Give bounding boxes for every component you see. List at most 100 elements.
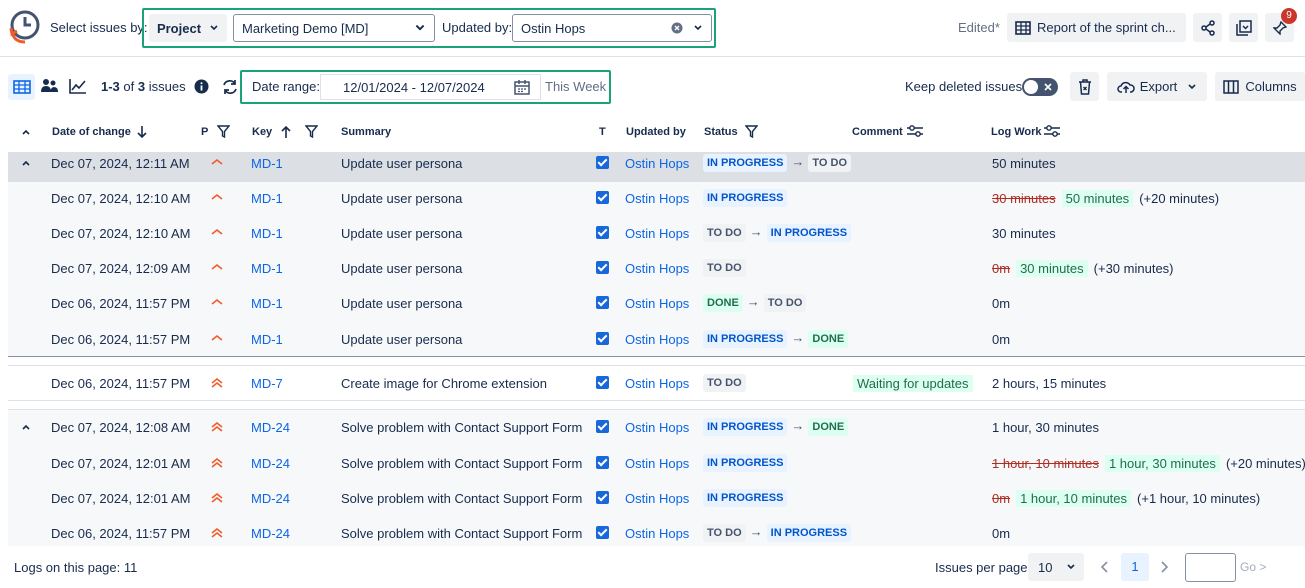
col-log-work[interactable]: Log Work — [991, 126, 1042, 138]
table-row[interactable]: Dec 06, 2024, 11:57 PM MD-7 Create image f… — [8, 365, 1305, 400]
settings-sliders-icon[interactable] — [1043, 124, 1061, 138]
cell-key[interactable]: MD-7 — [251, 376, 283, 391]
save-copy-button[interactable] — [1229, 13, 1258, 42]
table-row[interactable]: Dec 07, 2024, 12:10 AM MD-1 Update user pe… — [8, 180, 1305, 215]
app-logo-icon — [9, 10, 40, 44]
priority-high-icon — [211, 457, 223, 468]
filter-icon[interactable] — [745, 125, 758, 138]
chevron-left-icon[interactable] — [1100, 561, 1110, 573]
col-status[interactable]: Status — [704, 126, 738, 138]
date-range-input[interactable]: 12/01/2024 - 12/07/2024 — [320, 74, 541, 100]
filter-icon[interactable] — [217, 125, 230, 138]
notification-badge: 9 — [1281, 8, 1297, 24]
cell-updated-by[interactable]: Ostin Hops — [625, 226, 689, 241]
log-old-value: 0m — [992, 261, 1011, 276]
cell-updated-by[interactable]: Ostin Hops — [625, 420, 689, 435]
cell-key[interactable]: MD-1 — [251, 296, 283, 311]
col-summary[interactable]: Summary — [341, 126, 391, 138]
calendar-icon[interactable] — [514, 79, 530, 95]
share-button[interactable] — [1193, 13, 1222, 42]
table-row[interactable]: Dec 07, 2024, 12:09 AM MD-1 Update user pe… — [8, 250, 1305, 285]
status-from-badge: IN PROGRESS — [703, 154, 788, 172]
table-row[interactable]: Dec 07, 2024, 12:01 AM MD-24 Solve problem… — [8, 445, 1305, 480]
cell-updated-by[interactable]: Ostin Hops — [625, 332, 689, 347]
columns-icon — [1223, 79, 1240, 94]
go-button[interactable]: Go > — [1240, 560, 1266, 574]
cell-updated-by[interactable]: Ostin Hops — [625, 491, 689, 506]
cell-key[interactable]: MD-24 — [251, 526, 290, 541]
project-dropdown-button[interactable]: Project — [149, 14, 227, 42]
cell-key[interactable]: MD-1 — [251, 226, 283, 241]
col-priority[interactable]: P — [201, 126, 208, 138]
cell-key[interactable]: MD-1 — [251, 191, 283, 206]
chevron-right-icon[interactable] — [1159, 561, 1169, 573]
col-updated-by[interactable]: Updated by — [626, 126, 686, 138]
info-icon[interactable] — [194, 79, 209, 94]
grid-icon — [12, 80, 31, 94]
cell-updated-by[interactable]: Ostin Hops — [625, 376, 689, 391]
table-row[interactable]: Dec 07, 2024, 12:11 AM MD-1 Update user pe… — [8, 145, 1305, 180]
table-row[interactable]: Dec 07, 2024, 12:01 AM MD-24 Solve problem… — [8, 480, 1305, 515]
cell-updated-by[interactable]: Ostin Hops — [625, 526, 689, 541]
col-date[interactable]: Date of change — [52, 126, 131, 138]
page-1-button[interactable]: 1 — [1121, 553, 1149, 581]
toggle-knob — [1024, 80, 1038, 94]
cell-key[interactable]: MD-24 — [251, 491, 290, 506]
cell-updated-by[interactable]: Ostin Hops — [625, 261, 689, 276]
clear-icon[interactable] — [671, 22, 683, 34]
report-title-button[interactable]: Report of the sprint ch... — [1007, 13, 1186, 42]
log-diff: (+1 hour, 10 minutes) — [1137, 491, 1261, 506]
collapse-all-icon[interactable] — [21, 128, 31, 136]
sort-down-icon[interactable] — [136, 125, 148, 139]
date-preset[interactable]: This Week — [545, 79, 606, 94]
cell-updated-by[interactable]: Ostin Hops — [625, 156, 689, 171]
refresh-icon[interactable] — [221, 78, 239, 96]
chart-view-button[interactable] — [68, 77, 88, 97]
cell-summary: Solve problem with Contact Support Form — [341, 456, 583, 471]
cell-updated-by[interactable]: Ostin Hops — [625, 456, 689, 471]
collapse-group-icon[interactable] — [21, 423, 31, 431]
col-key[interactable]: Key — [252, 126, 272, 138]
priority-high-icon — [211, 527, 223, 538]
go-to-page-input[interactable] — [1185, 553, 1236, 582]
cell-key[interactable]: MD-1 — [251, 156, 283, 171]
table-row[interactable]: Dec 06, 2024, 11:57 PM MD-24 Solve problem… — [8, 515, 1305, 550]
cell-key[interactable]: MD-1 — [251, 261, 283, 276]
status-to-badge: IN PROGRESS — [766, 224, 852, 242]
per-page-select[interactable]: 10 — [1028, 553, 1084, 581]
save-copy-icon — [1235, 19, 1252, 36]
table-view-button[interactable] — [8, 74, 35, 100]
keep-deleted-toggle[interactable] — [1022, 78, 1058, 96]
settings-sliders-icon[interactable] — [906, 124, 924, 138]
table-row[interactable]: Dec 07, 2024, 12:10 AM MD-1 Update user pe… — [8, 215, 1305, 250]
project-select[interactable]: Marketing Demo [MD] — [233, 14, 435, 42]
users-view-button[interactable] — [40, 77, 60, 97]
table-row[interactable]: Dec 06, 2024, 11:57 PM MD-1 Update user pe… — [8, 321, 1305, 356]
cell-date: Dec 07, 2024, 12:10 AM — [51, 191, 191, 206]
arrow-right-icon: → — [791, 154, 805, 169]
cell-status: IN PROGRESS → DONE — [703, 330, 849, 348]
export-button[interactable]: Export — [1107, 72, 1207, 101]
log-value: 30 minutes — [992, 226, 1056, 241]
table-row[interactable]: Dec 06, 2024, 11:57 PM MD-1 Update user pe… — [8, 285, 1305, 320]
cell-date: Dec 07, 2024, 12:09 AM — [51, 261, 191, 276]
col-type[interactable]: T — [599, 126, 606, 138]
table-row[interactable]: Dec 07, 2024, 12:08 AM MD-24 Solve problem… — [8, 409, 1305, 444]
columns-button[interactable]: Columns — [1215, 72, 1305, 101]
cell-log-work: 30 minutes — [992, 226, 1056, 241]
cell-key[interactable]: MD-24 — [251, 456, 290, 471]
cell-key[interactable]: MD-1 — [251, 332, 283, 347]
col-comment[interactable]: Comment — [852, 126, 903, 138]
project-button-label: Project — [156, 20, 202, 36]
trash-button[interactable] — [1070, 72, 1099, 101]
cell-key[interactable]: MD-24 — [251, 420, 290, 435]
cell-updated-by[interactable]: Ostin Hops — [625, 191, 689, 206]
filter-icon[interactable] — [305, 125, 318, 138]
logs-count: Logs on this page: 11 — [14, 560, 138, 575]
cell-updated-by[interactable]: Ostin Hops — [625, 296, 689, 311]
arrow-right-icon: → — [746, 294, 760, 309]
updated-by-select[interactable]: Ostin Hops — [512, 14, 712, 42]
sort-up-icon[interactable] — [280, 125, 292, 139]
collapse-group-icon[interactable] — [21, 159, 31, 167]
pin-button[interactable]: 9 — [1265, 8, 1297, 42]
